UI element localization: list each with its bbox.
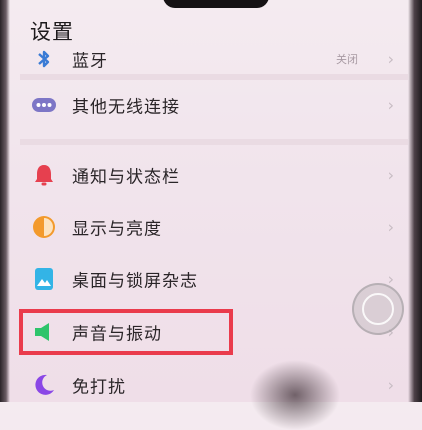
wallpaper-icon xyxy=(32,267,56,291)
assistive-touch-button[interactable] xyxy=(352,283,404,335)
settings-item-notifications[interactable]: 通知与状态栏 › xyxy=(20,150,408,200)
highlight-annotation-box xyxy=(19,309,233,355)
chevron-right-icon: › xyxy=(387,165,394,185)
settings-item-label: 蓝牙 xyxy=(72,51,108,72)
device-bezel-right xyxy=(408,0,422,402)
chevron-right-icon: › xyxy=(387,95,394,115)
settings-item-other-wireless[interactable]: 其他无线连接 › xyxy=(20,80,408,130)
settings-item-dnd[interactable]: 免打扰 › xyxy=(20,360,408,410)
brightness-icon xyxy=(32,215,56,239)
chevron-right-icon: › xyxy=(387,217,394,237)
settings-item-label: 显示与亮度 xyxy=(72,219,162,240)
settings-item-label: 桌面与锁屏杂志 xyxy=(72,271,198,292)
camera-notch xyxy=(163,0,269,8)
ellipsis-icon xyxy=(32,93,56,117)
settings-item-label: 其他无线连接 xyxy=(72,97,180,118)
settings-item-label: 通知与状态栏 xyxy=(72,167,180,188)
bluetooth-icon xyxy=(32,47,56,71)
chevron-right-icon: › xyxy=(387,375,394,395)
moon-icon xyxy=(32,373,56,397)
settings-item-value: 关闭 xyxy=(336,53,358,66)
settings-item-wallpaper[interactable]: 桌面与锁屏杂志 › xyxy=(20,254,408,304)
device-bezel-left xyxy=(0,0,10,402)
settings-item-display[interactable]: 显示与亮度 › xyxy=(20,202,408,252)
section-divider xyxy=(20,139,408,145)
settings-item-label: 免打扰 xyxy=(72,377,126,398)
finger-shadow xyxy=(250,360,340,430)
chevron-right-icon: › xyxy=(387,49,394,69)
bell-icon xyxy=(32,163,56,187)
